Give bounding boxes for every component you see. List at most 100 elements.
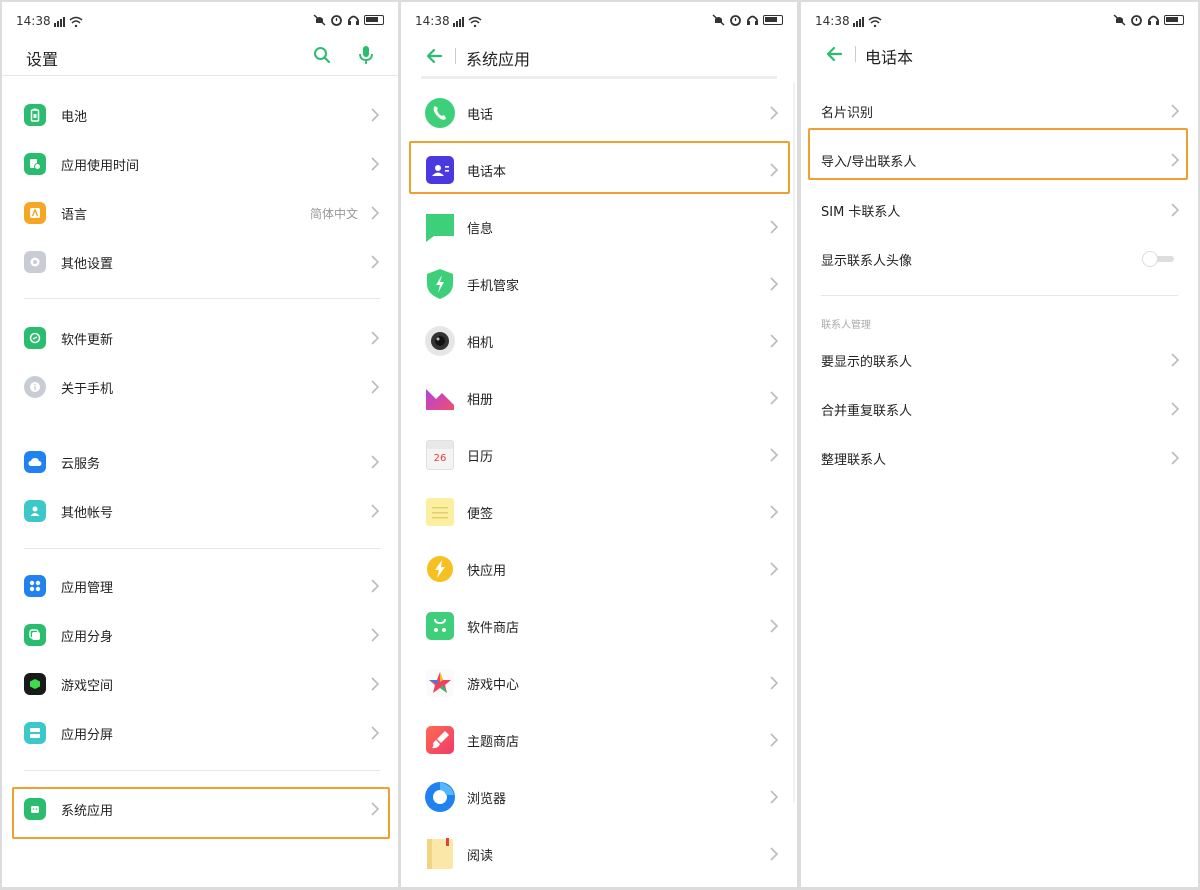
- chevron-right-icon: [371, 380, 380, 394]
- chevron-right-icon: [770, 277, 779, 291]
- chevron-right-icon: [770, 220, 779, 234]
- show-avatar-toggle[interactable]: [1140, 251, 1174, 267]
- settings-item-other-settings[interactable]: 其他设置: [2, 239, 398, 285]
- app-item-calendar[interactable]: 26 日历: [401, 431, 797, 479]
- settings-item-cloud-service[interactable]: 云服务: [2, 439, 398, 485]
- title-divider: [421, 76, 777, 79]
- settings-item-language[interactable]: 语言 简体中文: [2, 190, 398, 236]
- clone-icon: [24, 624, 46, 646]
- signal-wifi-icon: [453, 16, 482, 27]
- app-item-browser[interactable]: 浏览器: [401, 773, 797, 821]
- language-value: 简体中文: [309, 206, 358, 221]
- settings-item-game-space[interactable]: 游戏空间: [2, 661, 398, 707]
- highlight-box: [409, 141, 790, 194]
- chevron-right-icon: [371, 504, 380, 518]
- app-item-notes[interactable]: 便签: [401, 488, 797, 536]
- item-label: 云服务: [61, 456, 101, 472]
- item-label: 应用分屏: [61, 727, 114, 743]
- item-label: 其他帐号: [61, 505, 114, 521]
- chevron-right-icon: [371, 157, 380, 171]
- item-label: 相册: [467, 392, 494, 408]
- item-label: 软件商店: [467, 620, 520, 636]
- chevron-right-icon: [770, 106, 779, 120]
- contacts-item-show-avatar: 显示联系人头像: [801, 236, 1198, 282]
- app-item-quick-apps[interactable]: 快应用: [401, 545, 797, 593]
- section-label: 联系人管理: [821, 320, 871, 331]
- settings-item-other-accounts[interactable]: 其他帐号: [2, 488, 398, 534]
- item-label: 合并重复联系人: [821, 403, 913, 419]
- settings-item-battery[interactable]: 电池: [2, 92, 398, 138]
- contacts-item-merge-duplicates[interactable]: 合并重复联系人: [801, 386, 1198, 432]
- item-label: 主题商店: [467, 734, 520, 750]
- contacts-item-organize-contacts[interactable]: 整理联系人: [801, 435, 1198, 481]
- brush-icon: [423, 723, 457, 757]
- item-label: 名片识别: [821, 105, 874, 121]
- settings-item-about-phone[interactable]: 关于手机: [2, 364, 398, 410]
- hourglass-icon: [24, 153, 46, 175]
- contacts-item-sim-contacts[interactable]: SIM 卡联系人: [801, 187, 1198, 233]
- contacts-settings-panel: 14:38 电话本 名片识别 导入/导出联系人 SIM 卡联系人 显示联系人头像…: [801, 2, 1198, 887]
- item-label: 快应用: [467, 563, 507, 579]
- app-item-messages[interactable]: 信息: [401, 203, 797, 251]
- lightning-icon: [423, 552, 457, 586]
- star-icon: [423, 666, 457, 700]
- item-label: 应用管理: [61, 580, 114, 596]
- headphone-icon: [347, 14, 360, 26]
- app-item-app-store[interactable]: 软件商店: [401, 602, 797, 650]
- chevron-right-icon: [770, 619, 779, 633]
- split-screen-icon: [24, 722, 46, 744]
- signal-wifi-icon: [853, 16, 882, 27]
- item-label: 关于手机: [61, 381, 114, 397]
- item-label: SIM 卡联系人: [821, 204, 901, 220]
- app-item-gallery[interactable]: 相册: [401, 374, 797, 422]
- settings-item-app-usage-time[interactable]: 应用使用时间: [2, 141, 398, 187]
- app-item-theme-store[interactable]: 主题商店: [401, 716, 797, 764]
- settings-item-app-clone[interactable]: 应用分身: [2, 612, 398, 658]
- settings-item-split-screen[interactable]: 应用分屏: [2, 710, 398, 756]
- search-icon[interactable]: [313, 46, 331, 64]
- group-divider: [24, 298, 380, 299]
- camera-icon: [423, 324, 457, 358]
- status-time: 14:38: [815, 14, 850, 28]
- chevron-right-icon: [371, 726, 380, 740]
- page-title: 系统应用: [466, 50, 531, 69]
- chevron-right-icon: [770, 448, 779, 462]
- chevron-right-icon: [1171, 104, 1180, 118]
- status-bar: 14:38: [815, 12, 1184, 32]
- app-item-phone-manager[interactable]: 手机管家: [401, 260, 797, 308]
- battery-icon: [24, 104, 46, 126]
- notes-icon: [423, 495, 457, 529]
- app-item-camera[interactable]: 相机: [401, 317, 797, 365]
- settings-item-software-update[interactable]: 软件更新: [2, 315, 398, 361]
- group-divider: [24, 548, 380, 549]
- app-item-game-center[interactable]: 游戏中心: [401, 659, 797, 707]
- settings-panel: 14:38 设置 电池 应用使用时间 语言 简体中文 其他设置 软件更新 关于手…: [2, 2, 398, 887]
- item-label: 软件更新: [61, 332, 114, 348]
- battery-icon: [1164, 15, 1184, 25]
- status-bar: 14:38: [16, 12, 384, 32]
- app-item-phone[interactable]: 电话: [401, 89, 797, 137]
- alarm-icon: [330, 14, 343, 26]
- item-label: 显示联系人头像: [821, 253, 913, 269]
- item-label: 信息: [467, 221, 494, 237]
- gear-icon: [24, 251, 46, 273]
- microphone-icon[interactable]: [358, 45, 374, 65]
- chevron-right-icon: [770, 733, 779, 747]
- app-item-reading[interactable]: 阅读: [401, 830, 797, 878]
- battery-icon: [763, 15, 783, 25]
- settings-item-app-management[interactable]: 应用管理: [2, 563, 398, 609]
- chevron-right-icon: [371, 455, 380, 469]
- contacts-item-contacts-to-display[interactable]: 要显示的联系人: [801, 337, 1198, 383]
- back-arrow-icon[interactable]: [825, 42, 845, 66]
- book-icon: [423, 837, 457, 871]
- page-title: 电话本: [865, 48, 914, 67]
- back-arrow-icon[interactable]: [425, 44, 445, 68]
- phone-icon: [423, 96, 457, 130]
- battery-icon: [364, 15, 384, 25]
- item-label: 其他设置: [61, 256, 114, 272]
- store-bag-icon: [423, 609, 457, 643]
- item-label: 游戏空间: [61, 678, 114, 694]
- apps-grid-icon: [24, 575, 46, 597]
- item-label: 浏览器: [467, 791, 507, 807]
- chevron-right-icon: [770, 847, 779, 861]
